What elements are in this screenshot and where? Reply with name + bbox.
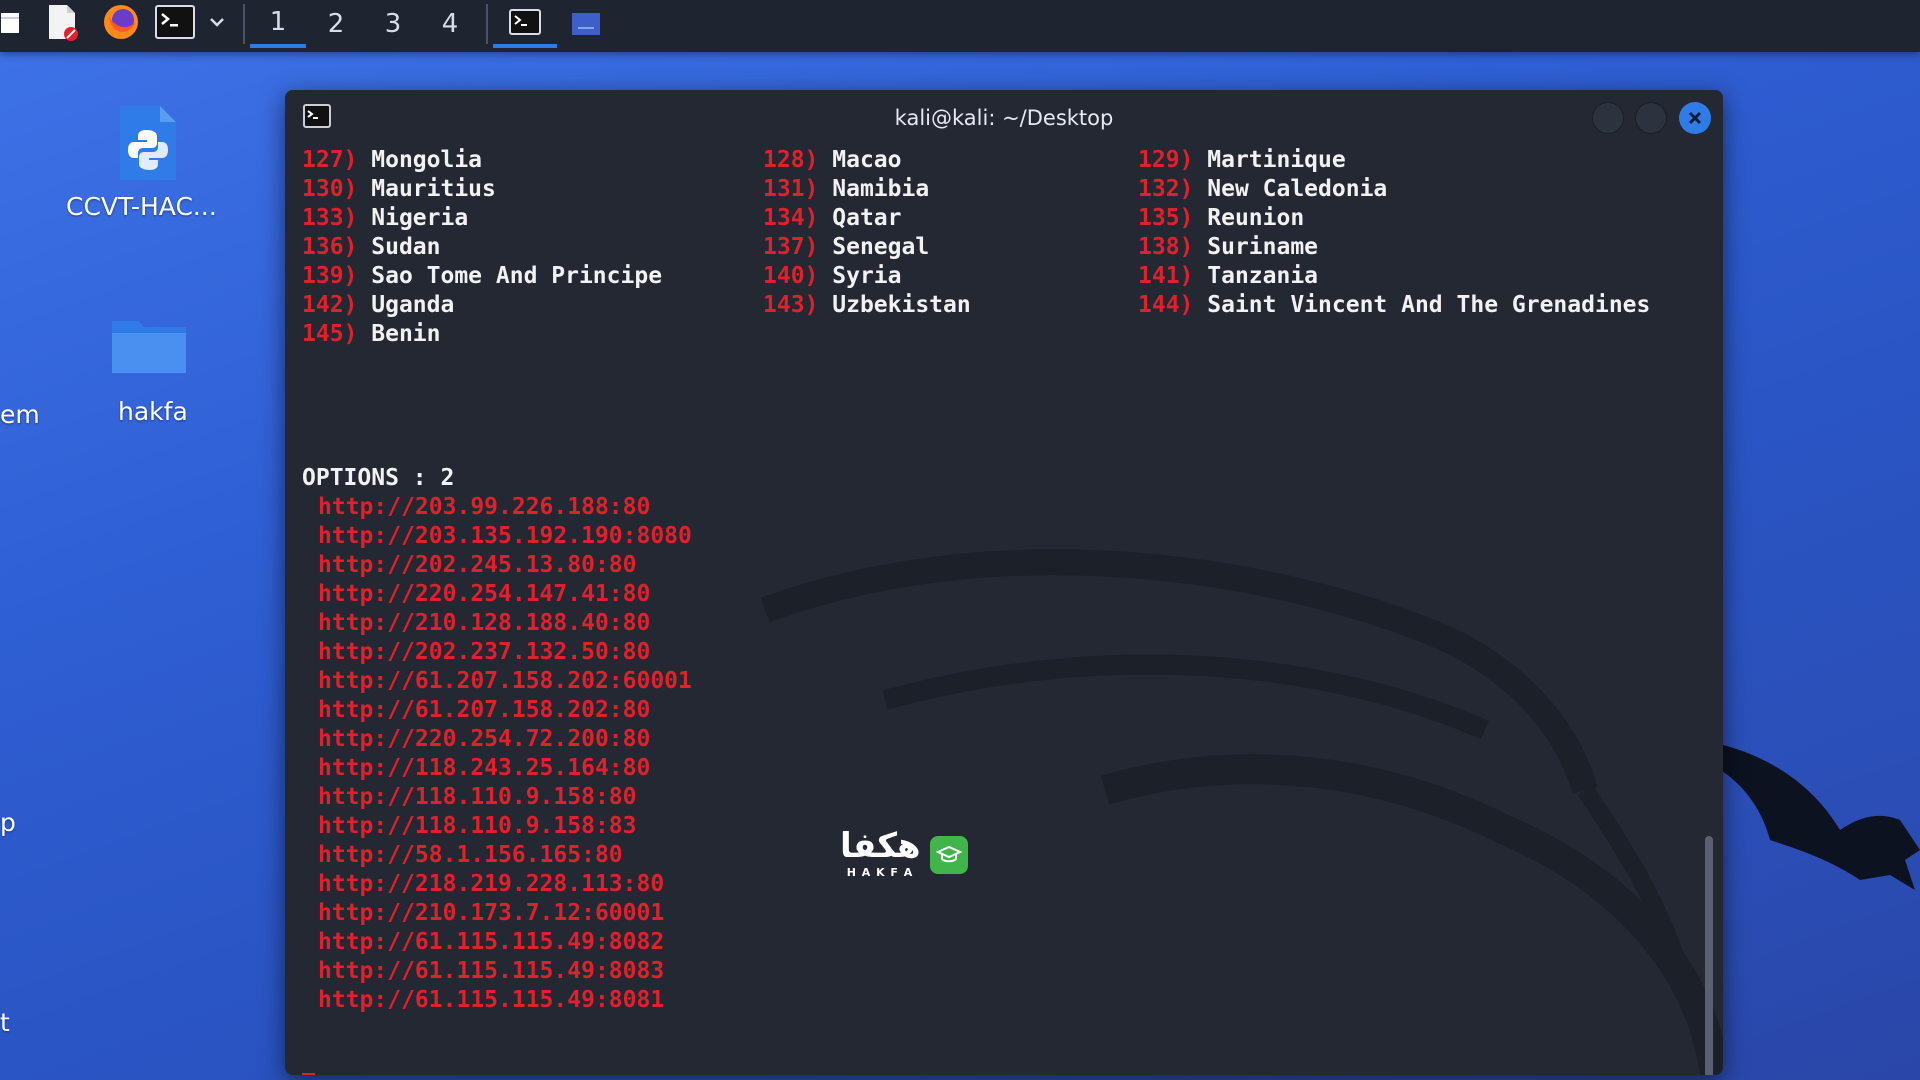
- folder-icon: [110, 313, 188, 379]
- country-entry: 136) Sudan: [302, 234, 441, 260]
- proxy-url: http://61.207.158.202:80: [318, 697, 651, 723]
- options-prompt: OPTIONS : 2: [302, 465, 455, 491]
- firefox-icon[interactable]: [100, 0, 142, 44]
- country-entry: 132) New Caledonia: [1138, 176, 1388, 202]
- hakfa-watermark: هکفا H A K F A: [840, 828, 980, 884]
- close-button[interactable]: [1679, 102, 1711, 134]
- window-title: kali@kali: ~/Desktop: [894, 106, 1114, 130]
- proxy-url: http://220.254.147.41:80: [318, 581, 651, 607]
- country-entry: 139) Sao Tome And Principe: [302, 263, 663, 289]
- country-entry: 141) Tanzania: [1138, 263, 1319, 289]
- terminal-scrollbar[interactable]: [1705, 836, 1713, 1075]
- country-entry: 129) Martinique: [1138, 147, 1346, 173]
- proxy-url: http://61.115.115.49:8083: [318, 958, 665, 984]
- proxy-url: http://58.1.156.165:80: [318, 842, 623, 868]
- proxy-url: http://210.128.188.40:80: [318, 610, 651, 636]
- country-entry: 143) Uzbekistan: [763, 292, 971, 318]
- desktop-partial-label: p: [0, 808, 16, 837]
- terminal-titlebar[interactable]: kali@kali: ~/Desktop: [285, 90, 1723, 146]
- desktop-item-python-file[interactable]: CCVT-HAC...: [60, 100, 230, 230]
- workspace-1[interactable]: 1: [250, 0, 306, 48]
- country-entry: 137) Senegal: [763, 234, 930, 260]
- desktop-item-label: CCVT-HAC...: [66, 192, 217, 221]
- country-entry: 133) Nigeria: [302, 205, 469, 231]
- close-icon: [1688, 111, 1702, 125]
- country-entry: 135) Reunion: [1138, 205, 1305, 231]
- terminal-launcher-icon[interactable]: [154, 0, 196, 44]
- text-editor-icon[interactable]: [42, 0, 82, 44]
- watermark-arabic-text: هکفا: [840, 826, 921, 866]
- minimize-button[interactable]: [1592, 102, 1624, 134]
- proxy-url: http://210.173.7.12:60001: [318, 900, 665, 926]
- taskbar-separator: [486, 4, 488, 44]
- workspace-3[interactable]: 3: [365, 0, 421, 48]
- terminal-output[interactable]: 127) Mongolia 128) Macao 129) Martinique…: [285, 146, 1723, 1075]
- country-entry: 131) Namibia: [763, 176, 930, 202]
- workspace-4[interactable]: 4: [422, 0, 478, 48]
- maximize-button[interactable]: [1635, 102, 1667, 134]
- terminal-cursor: [302, 1073, 315, 1075]
- country-entry: 130) Mauritius: [302, 176, 496, 202]
- country-entry: 144) Saint Vincent And The Grenadines: [1138, 292, 1651, 318]
- proxy-url: http://61.115.115.49:8081: [318, 987, 665, 1013]
- task-terminal-window[interactable]: [493, 0, 557, 48]
- taskbar-separator: [243, 4, 245, 44]
- proxy-url: http://203.135.192.190:8080: [318, 523, 692, 549]
- taskbar: 1 2 3 4: [0, 0, 1920, 52]
- watermark-latin-text: H A K F A: [846, 866, 914, 879]
- show-desktop-icon[interactable]: [0, 0, 22, 44]
- terminal-icon: [509, 9, 541, 35]
- proxy-url: http://61.115.115.49:8082: [318, 929, 665, 955]
- window-thumbnail-icon: [572, 13, 600, 35]
- country-entry: 128) Macao: [763, 147, 902, 173]
- country-entry: 134) Qatar: [763, 205, 902, 231]
- proxy-url: http://118.243.25.164:80: [318, 755, 651, 781]
- kali-dragon-wallpaper-icon: [1700, 740, 1920, 890]
- country-entry: 138) Suriname: [1138, 234, 1319, 260]
- proxy-url: http://202.245.13.80:80: [318, 552, 637, 578]
- desktop-item-label: hakfa: [118, 397, 188, 426]
- country-entry: 142) Uganda: [302, 292, 455, 318]
- proxy-url: http://118.110.9.158:80: [318, 784, 637, 810]
- desktop-item-folder-hakfa[interactable]: hakfa: [90, 305, 220, 435]
- proxy-url: http://118.110.9.158:83: [318, 813, 637, 839]
- desktop-partial-label: em: [0, 400, 40, 429]
- desktop-partial-label: t: [0, 1008, 10, 1037]
- country-entry: 145) Benin: [302, 321, 441, 347]
- chevron-down-icon[interactable]: [206, 0, 228, 44]
- proxy-url: http://203.99.226.188:80: [318, 494, 651, 520]
- workspace-2[interactable]: 2: [308, 0, 364, 48]
- graduation-cap-logo-icon: [930, 836, 968, 874]
- terminal-window[interactable]: kali@kali: ~/Desktop 127) Mongolia 128) …: [285, 90, 1723, 1075]
- country-entry: 127) Mongolia: [302, 147, 483, 173]
- proxy-url: http://220.254.72.200:80: [318, 726, 651, 752]
- country-entry: 140) Syria: [763, 263, 902, 289]
- task-other-window[interactable]: [554, 0, 618, 48]
- proxy-url: http://218.219.228.113:80: [318, 871, 665, 897]
- proxy-url: http://61.207.158.202:60001: [318, 668, 692, 694]
- python-file-icon: [118, 104, 178, 186]
- proxy-url: http://202.237.132.50:80: [318, 639, 651, 665]
